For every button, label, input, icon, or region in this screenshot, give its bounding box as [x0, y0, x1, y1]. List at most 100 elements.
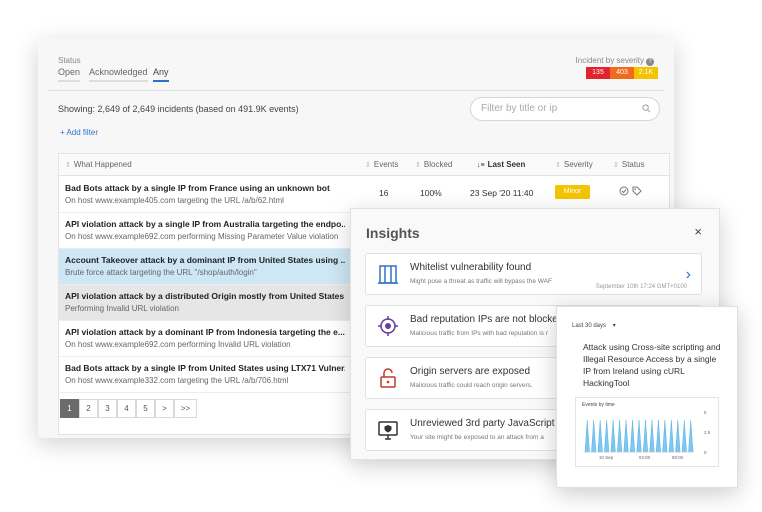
chart-bar [636, 419, 642, 453]
row-blocked: 100% [420, 188, 442, 198]
sort-icon: ⇕ [555, 162, 561, 169]
sort-icon: ⇕ [365, 162, 371, 169]
col-blocked[interactable]: ⇕ Blocked [415, 154, 452, 176]
page-1-button[interactable]: 1 [60, 399, 79, 418]
severity-title-text: Incident by severity [575, 56, 644, 65]
search-input[interactable]: Filter by title or ip [470, 97, 660, 121]
chart-bar [597, 419, 603, 453]
row-events: 16 [379, 188, 389, 198]
severity-badge-minor[interactable]: 2.1K [634, 67, 658, 79]
next-page-button[interactable]: > [155, 399, 174, 418]
col-severity[interactable]: ⇕ Severity [555, 154, 593, 176]
page-3-button[interactable]: 3 [98, 399, 117, 418]
insight-card-whitelist[interactable]: Whitelist vulnerability found Might pose… [365, 253, 702, 295]
shield-monitor-icon [378, 421, 398, 440]
col-what-happened[interactable]: ⇕ What Happened [65, 154, 132, 176]
tag-icon[interactable] [632, 186, 642, 196]
col-events[interactable]: ⇕ Events [365, 154, 398, 176]
pagination: 1 2 3 4 5 > >> [60, 399, 197, 418]
insight-title: Unreviewed 3rd party JavaScript s [410, 418, 563, 429]
attack-description: Attack using Cross-site scripting and Il… [583, 342, 721, 388]
check-circle-icon[interactable] [619, 186, 629, 196]
chevron-right-icon[interactable]: › [686, 266, 691, 284]
sort-icon: ⇕ [415, 162, 421, 169]
divider [48, 90, 664, 91]
tab-open[interactable]: Open [58, 67, 81, 82]
row-subtitle: On host www.example692.com performing In… [65, 340, 291, 349]
chevron-down-icon: ▾ [612, 323, 616, 329]
chart-bar [649, 419, 655, 453]
col-status[interactable]: ⇕ Status [613, 154, 645, 176]
severity-badge-major[interactable]: 403 [610, 67, 634, 79]
chart-bar [642, 419, 648, 453]
y-tick-label: 2.5 [704, 430, 711, 435]
row-title: Bad Bots attack by a single IP from Unit… [65, 363, 345, 373]
row-subtitle: Performing Invalid URL violation [65, 304, 179, 313]
search-icon [642, 104, 651, 113]
insight-subtitle: Malicious traffic could reach origin ser… [410, 382, 533, 389]
incidents-summary: Showing: 2,649 of 2,649 incidents (based… [58, 104, 299, 114]
sort-desc-icon: ↓≡ [477, 162, 485, 169]
attack-detail-panel: Last 30 days ▾ Attack using Cross-site s… [556, 306, 738, 488]
row-title: API violation attack by a single IP from… [65, 219, 345, 229]
y-tick-label: 0 [704, 450, 707, 455]
chart-bar [584, 419, 590, 453]
insights-title: Insights [366, 225, 420, 241]
insight-subtitle: Malicious traffic from IPs with bad repu… [410, 330, 548, 337]
x-tick-label: 04:00 [639, 455, 651, 460]
row-title: API violation attack by a distributed Or… [65, 291, 345, 301]
y-tick-label: 5 [704, 410, 707, 415]
time-range-label: Last 30 days [572, 323, 607, 329]
sort-icon: ⇕ [65, 162, 71, 169]
page-2-button[interactable]: 2 [79, 399, 98, 418]
chart-bar [662, 419, 668, 453]
insight-title: Bad reputation IPs are not blocked [410, 314, 564, 325]
row-subtitle: Brute force attack targeting the URL "/s… [65, 268, 257, 277]
status-icons [619, 186, 642, 196]
chart-bar [604, 419, 610, 453]
unlock-icon [380, 368, 396, 388]
chart-bar [668, 419, 674, 453]
x-tick-label: 08:00 [672, 455, 684, 460]
time-range-dropdown[interactable]: Last 30 days ▾ [572, 322, 616, 329]
severity-badges: 135 403 2.1K [586, 67, 658, 79]
row-title: Bad Bots attack by a single IP from Fran… [65, 183, 330, 193]
chart-bar [675, 419, 681, 453]
insight-title: Whitelist vulnerability found [410, 262, 532, 273]
insight-subtitle: Might pose a threat as traffic will bypa… [410, 278, 552, 285]
chart-bar [681, 419, 687, 453]
insight-title: Origin servers are exposed [410, 366, 531, 377]
page-4-button[interactable]: 4 [117, 399, 136, 418]
row-subtitle: On host www.example405.com targeting the… [65, 196, 284, 205]
page-5-button[interactable]: 5 [136, 399, 155, 418]
insight-date: September 10th 17:24 GMT+0100 [595, 284, 687, 290]
x-tick-label: 10 Sep [599, 455, 614, 460]
row-subtitle: On host www.example332.com targeting the… [65, 376, 289, 385]
tab-any[interactable]: Any [153, 67, 169, 82]
add-filter-link[interactable]: + Add filter [60, 128, 98, 137]
target-icon [378, 316, 398, 336]
chart-bar [688, 419, 694, 453]
search-placeholder: Filter by title or ip [481, 103, 558, 114]
row-subtitle: On host www.example692.com performing Mi… [65, 232, 339, 241]
severity-badge-critical[interactable]: 135 [586, 67, 610, 79]
sort-icon: ⇕ [613, 162, 619, 169]
question-icon[interactable]: ? [646, 58, 654, 66]
row-last-seen: 23 Sep '20 11:40 [470, 188, 534, 198]
chart-bar [623, 419, 629, 453]
chart-bar [655, 419, 661, 453]
status-label: Status [58, 56, 81, 65]
chart-bar [610, 419, 616, 453]
table-header: ⇕ What Happened ⇕ Events ⇕ Blocked ↓≡ Last S… [59, 154, 669, 176]
severity-badge: Minor [555, 185, 590, 199]
events-chart: Events by time 5 2.5 0 10 Sep 04:00 08:00 [575, 397, 719, 467]
building-icon [378, 265, 398, 284]
events-chart-svg: 5 2.5 0 10 Sep 04:00 08:00 [584, 410, 711, 460]
row-title: API violation attack by a dominant IP fr… [65, 327, 345, 337]
col-last-seen[interactable]: ↓≡ Last Seen [477, 154, 525, 176]
close-icon[interactable]: × [694, 224, 702, 239]
row-title: Account Takeover attack by a dominant IP… [65, 255, 345, 265]
tab-acknowledged[interactable]: Acknowledged [89, 67, 148, 82]
last-page-button[interactable]: >> [174, 399, 197, 418]
chart-bar [630, 419, 636, 453]
